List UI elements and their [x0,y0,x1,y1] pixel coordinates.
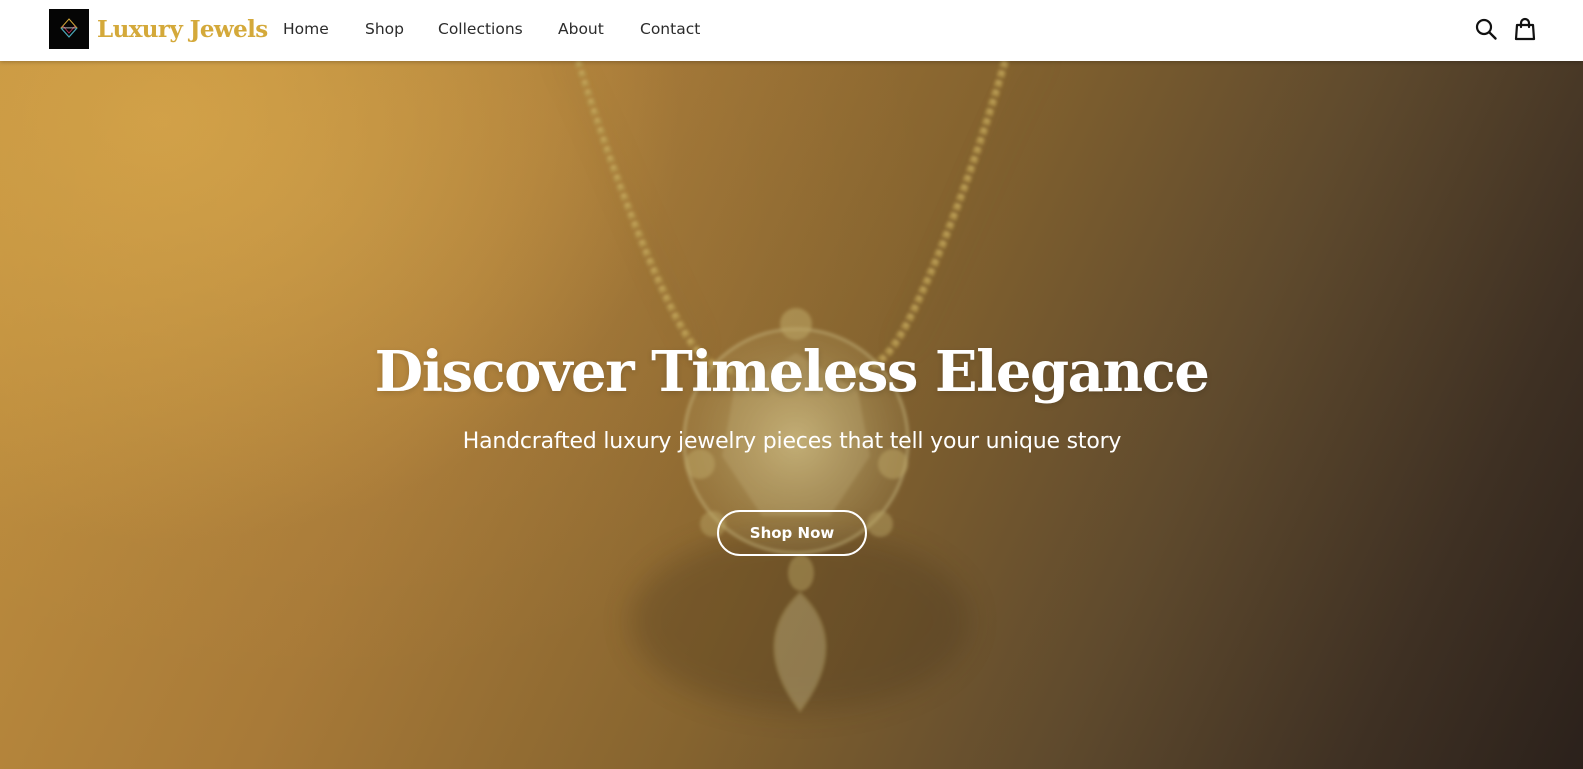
shopping-bag-icon [1514,17,1536,41]
nav-home[interactable]: Home [283,18,329,40]
hero-title: Discover Timeless Elegance [374,339,1210,405]
hero-banner: Discover Timeless Elegance Handcrafted l… [0,61,1583,769]
hero-overlay [0,61,1583,769]
cart-button[interactable] [1510,14,1540,44]
site-header: Luxury Jewels Home Shop Collections Abou… [0,0,1583,61]
diamond-logo-icon [49,9,89,49]
search-button[interactable] [1471,14,1501,44]
nav-collections[interactable]: Collections [438,18,523,40]
search-icon [1475,18,1497,40]
nav-contact[interactable]: Contact [640,18,700,40]
logo[interactable] [49,9,89,49]
hero-subtitle: Handcrafted luxury jewelry pieces that t… [462,429,1122,454]
brand-name[interactable]: Luxury Jewels [97,12,268,48]
nav-about[interactable]: About [558,18,604,40]
nav-shop[interactable]: Shop [365,18,404,40]
shop-now-button[interactable]: Shop Now [717,510,867,556]
